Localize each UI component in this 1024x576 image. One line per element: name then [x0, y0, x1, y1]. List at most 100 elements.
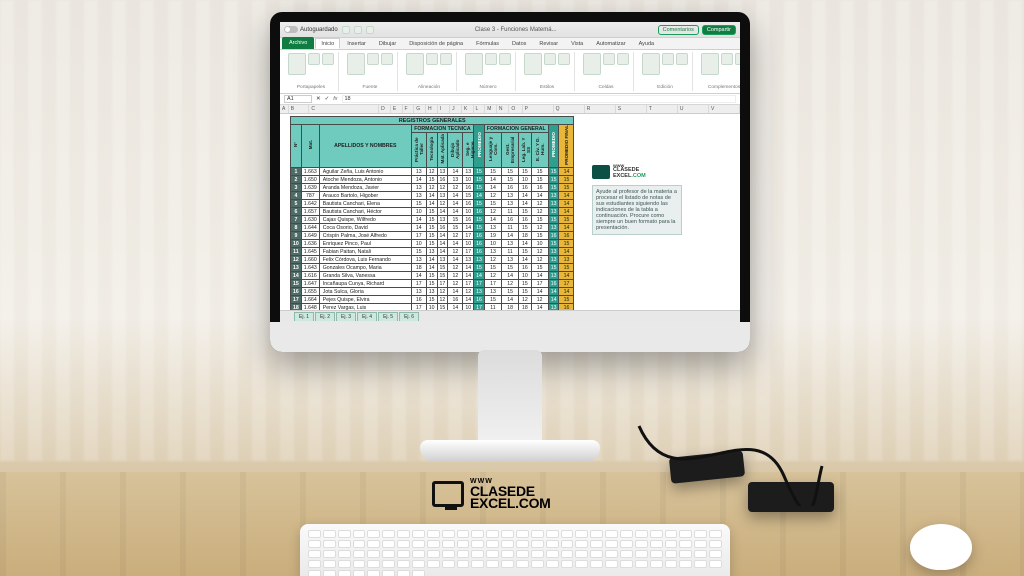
cell[interactable]: 14 [437, 232, 448, 240]
cell[interactable]: 15 [291, 280, 302, 288]
cell[interactable]: 17 [411, 232, 426, 240]
cell[interactable]: 13 [502, 192, 519, 200]
col-header[interactable]: T [647, 105, 678, 113]
cell[interactable]: 14 [437, 248, 448, 256]
cell[interactable]: 14 [463, 264, 474, 272]
table-row[interactable]: 21.650Atoche Mendoza, Antonio14151613101… [291, 176, 574, 184]
cell[interactable]: 14 [519, 256, 531, 264]
ribbon-icon[interactable] [381, 53, 393, 65]
cell[interactable]: 15 [484, 200, 501, 208]
cell[interactable]: 12 [437, 200, 448, 208]
cell[interactable]: 13 [548, 272, 559, 280]
sheet-tab[interactable]: Ej. 6 [399, 312, 419, 321]
col-header[interactable]: C [309, 105, 379, 113]
cell[interactable]: 14 [502, 232, 519, 240]
grades-table[interactable]: REGISTROS GENERALES N° Mat. APELLIDOS Y … [290, 116, 574, 310]
cell[interactable]: 17 [411, 280, 426, 288]
cell[interactable]: 16 [474, 232, 485, 240]
table-row[interactable]: 11.663Aguilar Zeña, Luis Antonio13121314… [291, 168, 574, 176]
cell[interactable]: 15 [531, 176, 548, 184]
cell[interactable]: 17 [463, 248, 474, 256]
cell[interactable]: 14 [559, 168, 574, 176]
cell[interactable]: 1.636 [301, 240, 319, 248]
cell[interactable]: 12 [531, 208, 548, 216]
cell[interactable]: 15 [559, 296, 574, 304]
cell[interactable]: 15 [411, 248, 426, 256]
cell[interactable]: 1.642 [301, 200, 319, 208]
cell[interactable]: 14 [463, 296, 474, 304]
cell[interactable]: 13 [426, 288, 437, 296]
col-header[interactable]: O [509, 105, 522, 113]
cell[interactable]: 1 [291, 168, 302, 176]
col-header[interactable]: V [709, 105, 740, 113]
cell[interactable]: 13 [502, 240, 519, 248]
cell[interactable]: 1.663 [301, 168, 319, 176]
cell[interactable]: 12 [484, 272, 501, 280]
ribbon-icon[interactable] [499, 53, 511, 65]
cell[interactable]: Aranda Mendoza, Javier [319, 184, 411, 192]
cell[interactable]: 3 [291, 184, 302, 192]
cell[interactable]: 1.655 [301, 288, 319, 296]
sheet-grid[interactable]: REGISTROS GENERALES N° Mat. APELLIDOS Y … [280, 114, 740, 310]
cell[interactable]: 15 [559, 240, 574, 248]
table-row[interactable]: 4787Arauco Bartolo, Higober1314131415141… [291, 192, 574, 200]
cell[interactable]: 12 [502, 280, 519, 288]
cell[interactable]: 17 [437, 280, 448, 288]
table-row[interactable]: 131.643Gonzales Ocampo, Maria18141512141… [291, 264, 574, 272]
cell[interactable]: 13 [426, 248, 437, 256]
table-row[interactable]: 121.660Felix Córdova, Luis Fernando13141… [291, 256, 574, 264]
col-header[interactable]: D [379, 105, 391, 113]
formula-input[interactable]: 18 [342, 95, 737, 103]
cell[interactable]: 12 [531, 248, 548, 256]
ribbon-icon[interactable] [308, 53, 320, 65]
cell[interactable]: 10 [519, 272, 531, 280]
cell[interactable]: 8 [291, 224, 302, 232]
ribbon-tab[interactable]: Insertar [341, 38, 372, 49]
cell[interactable]: 15 [426, 240, 437, 248]
cell[interactable]: 13 [463, 256, 474, 264]
col-header[interactable]: J [450, 105, 462, 113]
col-header[interactable]: P [523, 105, 554, 113]
ribbon-icon[interactable] [465, 53, 483, 75]
cell[interactable]: 12 [531, 296, 548, 304]
cell[interactable]: 1.645 [301, 248, 319, 256]
cell[interactable]: 14 [411, 224, 426, 232]
col-header[interactable]: A [280, 105, 289, 113]
cell[interactable]: 15 [484, 168, 501, 176]
cell[interactable]: 12 [426, 184, 437, 192]
cell[interactable]: 14 [448, 208, 463, 216]
cell[interactable]: 18 [519, 232, 531, 240]
cell[interactable]: 15 [519, 288, 531, 296]
cell[interactable]: 15 [519, 248, 531, 256]
cell[interactable]: 13 [548, 256, 559, 264]
ribbon-icon[interactable] [662, 53, 674, 65]
ribbon-icon[interactable] [603, 53, 615, 65]
cell[interactable]: 15 [474, 184, 485, 192]
cell[interactable]: 17 [463, 280, 474, 288]
cell[interactable]: 13 [474, 256, 485, 264]
cell[interactable]: Felix Córdova, Luis Fernando [319, 256, 411, 264]
cell[interactable]: 15 [502, 176, 519, 184]
col-header[interactable]: I [438, 105, 450, 113]
cell[interactable]: 14 [426, 200, 437, 208]
cell[interactable]: 16 [474, 296, 485, 304]
cell[interactable]: 14 [559, 224, 574, 232]
ribbon-icon[interactable] [558, 53, 570, 65]
cell[interactable]: 13 [437, 168, 448, 176]
cell[interactable]: 15 [426, 208, 437, 216]
cell[interactable]: 16 [474, 208, 485, 216]
cell[interactable]: 15 [426, 280, 437, 288]
cell[interactable]: 14 [559, 248, 574, 256]
cell[interactable]: 12 [448, 272, 463, 280]
cell[interactable]: Fabian Paitan, Natali [319, 248, 411, 256]
ribbon-tab[interactable]: Archivo [282, 37, 314, 49]
cell[interactable]: 15 [474, 264, 485, 272]
cell[interactable]: 12 [531, 200, 548, 208]
cell[interactable]: 16 [502, 184, 519, 192]
cell[interactable]: 14 [548, 288, 559, 296]
cell[interactable]: 15 [519, 168, 531, 176]
cell[interactable]: 12 [448, 264, 463, 272]
cell[interactable]: 10 [411, 240, 426, 248]
ribbon-tab[interactable]: Inicio [315, 38, 340, 49]
cell[interactable]: 10 [531, 240, 548, 248]
